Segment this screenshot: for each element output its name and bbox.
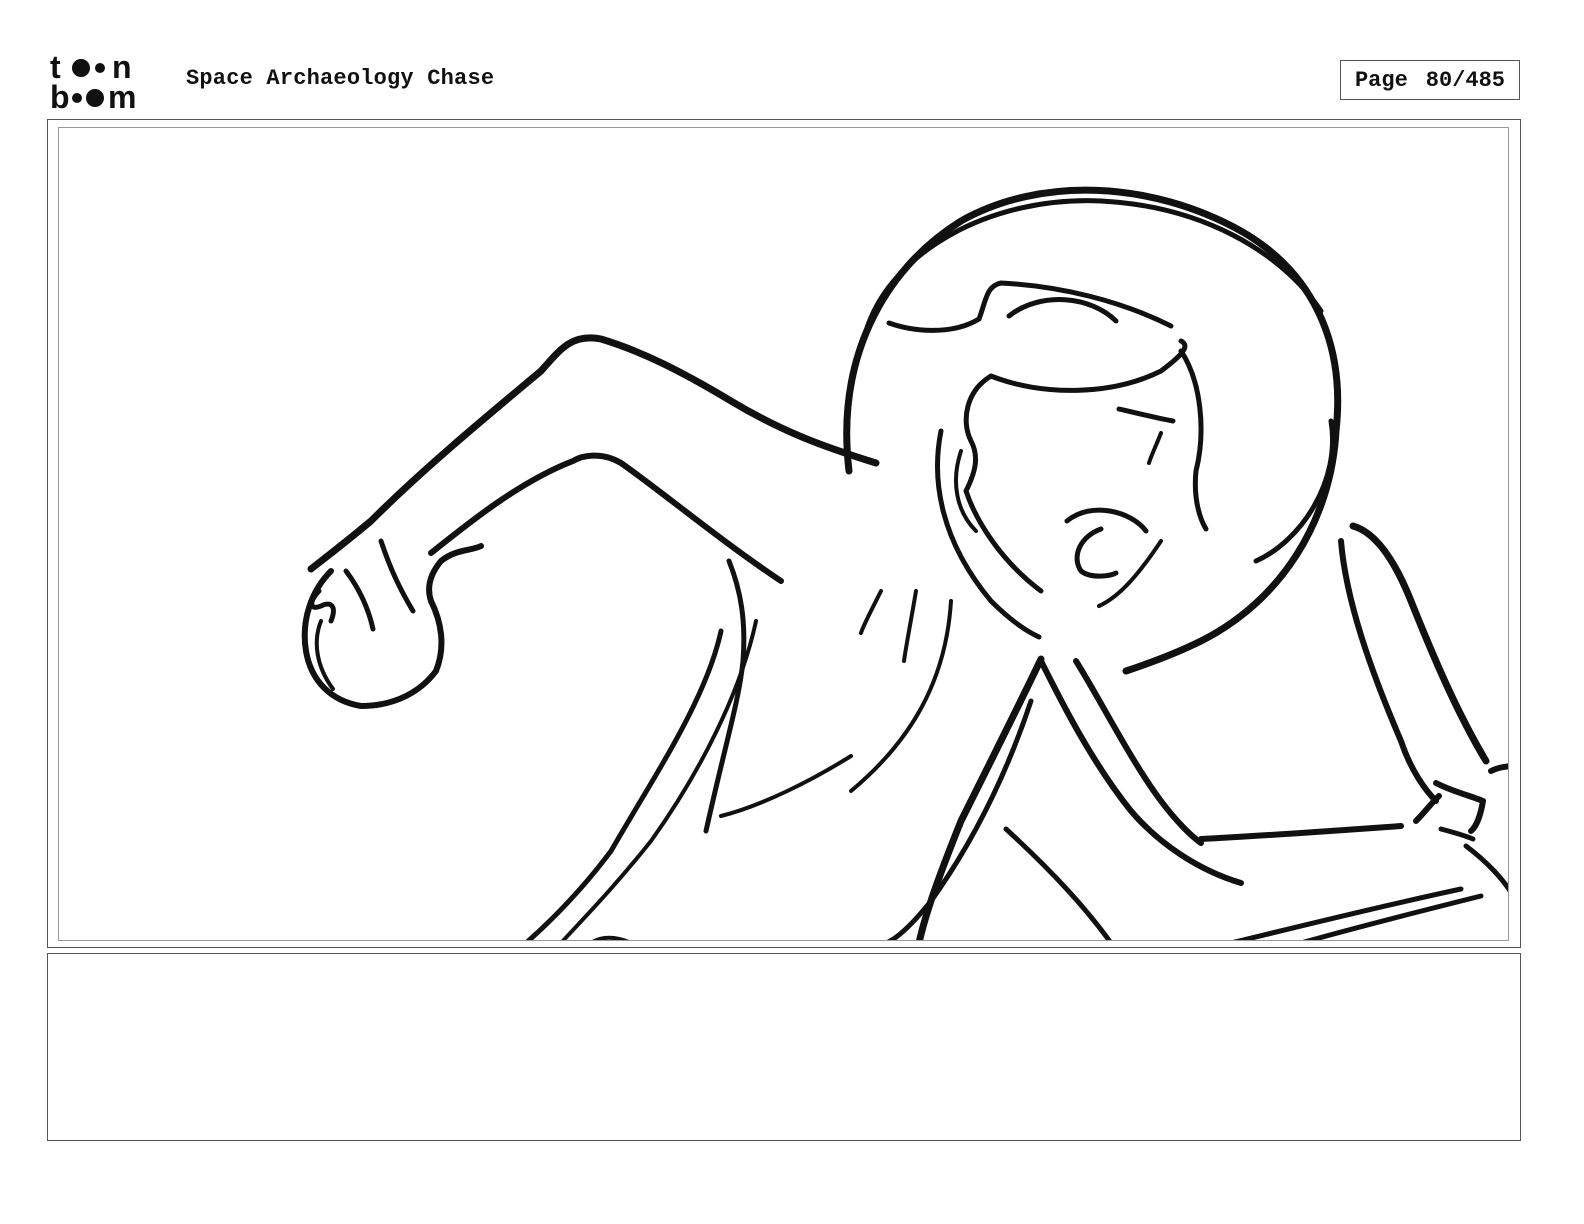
helmet-outline — [843, 186, 1342, 675]
hair-stroke — [988, 338, 1188, 393]
torso-stroke — [525, 628, 724, 940]
page-indicator: Page 80/485 — [1340, 60, 1520, 100]
right-arm-stroke — [1349, 522, 1490, 765]
right-arm-stroke — [1338, 538, 1439, 804]
project-title: Space Archaeology Chase — [186, 66, 495, 91]
logo-dot — [95, 63, 105, 73]
torso-stroke — [719, 754, 853, 818]
fist-finger — [378, 538, 416, 614]
mouth-outline — [1064, 507, 1149, 579]
torso-stroke — [849, 599, 953, 793]
page-number: 80/485 — [1425, 67, 1506, 93]
eye-lash-stroke — [1147, 431, 1163, 465]
right-hand-stroke — [1463, 843, 1508, 893]
helmet-outline-inner — [863, 198, 1324, 334]
shoulder-stroke — [916, 655, 1045, 940]
shoulder-stroke — [1003, 826, 1112, 940]
fist-finger — [343, 568, 376, 632]
hair-stroke — [1178, 348, 1209, 532]
helmet-outline-side — [1253, 418, 1335, 564]
right-hand-stroke — [1488, 763, 1508, 774]
logo-dot — [72, 59, 90, 77]
logo-graphic: t n b m — [50, 49, 136, 115]
torso-stroke — [561, 619, 758, 940]
logo-dot — [86, 89, 104, 107]
right-arm-stroke — [1198, 823, 1404, 842]
toonboom-logo: t n b m — [50, 49, 164, 115]
logo-letter-m: m — [108, 79, 136, 112]
sketch-drawing — [301, 186, 1508, 940]
fist-finger — [309, 588, 336, 624]
face-outline — [963, 373, 1044, 594]
eye-stroke — [1116, 406, 1176, 424]
panel-notes-box — [47, 953, 1521, 1141]
logo-letter-b: b — [50, 79, 70, 112]
storyboard-panel — [47, 119, 1521, 948]
torso-stroke — [703, 558, 747, 834]
torso-stroke — [859, 589, 883, 635]
logo-dot — [72, 93, 82, 103]
page-label: Page — [1354, 67, 1408, 93]
bottom-stroke — [592, 935, 629, 940]
hair-stroke — [1006, 297, 1119, 324]
panel-drawing-area — [58, 127, 1509, 941]
torso-stroke — [902, 589, 918, 663]
